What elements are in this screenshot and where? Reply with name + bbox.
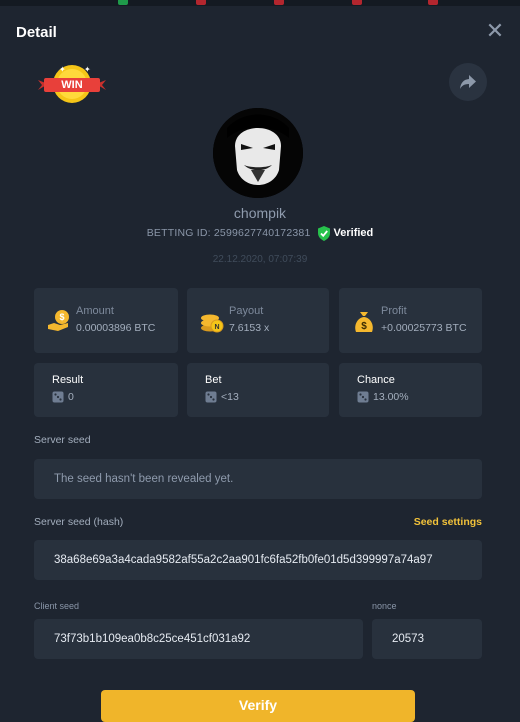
page-title: Detail (16, 24, 57, 41)
bet-label: Bet (205, 374, 222, 386)
client-seed-field[interactable]: 73f73b1b109ea0b8c25ce451cf031a92 (34, 619, 363, 659)
status-marker (274, 0, 284, 5)
dice-icon (52, 391, 64, 403)
win-badge: WIN ✦ ✦ (32, 58, 112, 110)
chance-value: 13.00% (373, 391, 409, 403)
seed-settings-link[interactable]: Seed settings (414, 516, 482, 528)
result-value-row: 0 (52, 391, 74, 403)
verify-button[interactable]: Verify (101, 690, 415, 722)
coin-stack-icon: N (201, 314, 224, 333)
client-seed-label: Client seed (34, 601, 80, 611)
bet-date: 22.12.2020, 07:07:39 (212, 254, 308, 265)
payout-label: Payout (229, 305, 264, 317)
payout-card: N Payout 7.6153 x (187, 288, 329, 353)
verified-label: Verified (333, 227, 374, 239)
svg-text:N: N (214, 324, 219, 331)
nonce-label: nonce (372, 601, 397, 611)
dice-icon (205, 391, 217, 403)
detail-header: Detail ✕ (0, 6, 520, 58)
sparkle-icon: ✦ (84, 65, 91, 74)
chance-label: Chance (357, 374, 395, 386)
status-marker (196, 0, 206, 5)
mask-avatar-icon (213, 108, 303, 198)
win-text: WIN (61, 79, 82, 91)
avatar (213, 108, 303, 198)
share-arrow-icon (460, 75, 476, 89)
profit-label: Profit (381, 305, 407, 317)
sparkle-icon: ✦ (59, 65, 66, 74)
chance-value-row: 13.00% (357, 391, 409, 403)
profit-value: +0.00025773 BTC (381, 322, 467, 334)
bet-value: <13 (221, 391, 239, 403)
win-ribbon-icon: WIN ✦ ✦ (38, 65, 106, 103)
amount-value: 0.00003896 BTC (76, 322, 156, 334)
server-seed-hash-field[interactable]: 38a68e69a3a4cada9582af55a2c2aa901fc6fa52… (34, 540, 482, 580)
betting-id-row: BETTING ID: 2599627740172381 Verified (0, 225, 520, 241)
svg-text:$: $ (361, 321, 367, 332)
server-seed-hash-label: Server seed (hash) (34, 516, 124, 528)
betting-id: BETTING ID: 2599627740172381 (146, 227, 311, 239)
verified-badge: Verified (317, 225, 374, 241)
profit-card: $ Profit +0.00025773 BTC (339, 288, 482, 353)
bet-card: Bet <13 (187, 363, 329, 417)
share-button[interactable] (449, 63, 487, 101)
payout-value: 7.6153 x (229, 322, 270, 334)
close-icon[interactable]: ✕ (484, 20, 506, 42)
server-seed-field[interactable]: The seed hasn't been revealed yet. (34, 459, 482, 499)
amount-label: Amount (76, 305, 114, 317)
money-bag-icon: $ (355, 312, 373, 332)
nonce-field[interactable]: 20573 (372, 619, 482, 659)
result-value: 0 (68, 391, 74, 403)
dice-icon (357, 391, 369, 403)
result-card: Result 0 (34, 363, 178, 417)
chance-card: Chance 13.00% (339, 363, 482, 417)
status-marker (428, 0, 438, 5)
status-marker (352, 0, 362, 5)
server-seed-label: Server seed (34, 434, 91, 446)
shield-check-icon (317, 225, 330, 241)
username: chompik (233, 205, 287, 221)
svg-text:$: $ (59, 312, 64, 322)
result-label: Result (52, 374, 84, 386)
coin-hand-icon: $ (48, 310, 69, 331)
status-marker (118, 0, 128, 5)
amount-card: $ Amount 0.00003896 BTC (34, 288, 178, 353)
bet-value-row: <13 (205, 391, 239, 403)
